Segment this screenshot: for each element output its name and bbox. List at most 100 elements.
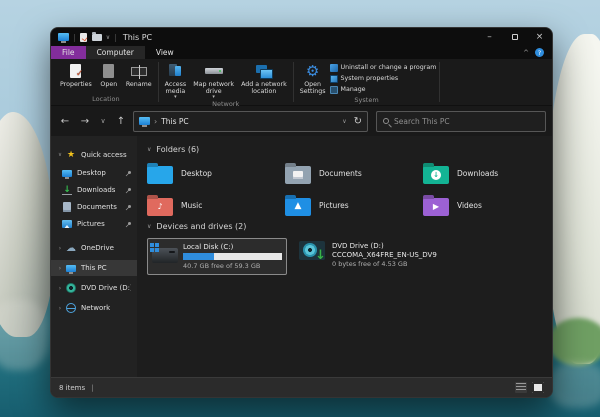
folder-tile-videos[interactable]: ▶ Videos bbox=[423, 193, 553, 218]
this-pc-icon bbox=[139, 117, 150, 125]
folders-grid: Desktop Documents ↓ Downloads ♪ Music bbox=[147, 161, 542, 218]
ribbon-tab-row: File Computer View ^ ? bbox=[51, 46, 552, 59]
chevron-right-icon[interactable]: › bbox=[56, 285, 64, 292]
rename-button[interactable]: Rename bbox=[123, 61, 155, 88]
documents-icon bbox=[61, 201, 73, 213]
recent-locations-icon[interactable]: ∨ bbox=[97, 117, 109, 125]
tab-view[interactable]: View bbox=[145, 46, 185, 59]
chevron-right-icon[interactable]: › bbox=[56, 265, 64, 272]
sidebar-item-downloads[interactable]: ↓ Downloads bbox=[51, 182, 137, 198]
sidebar-item-dvd-drive[interactable]: › DVD Drive (D:) CCCO bbox=[51, 280, 137, 296]
close-button[interactable]: × bbox=[527, 28, 552, 46]
map-network-drive-button[interactable]: Map network drive ▾ bbox=[190, 61, 237, 99]
manage-button[interactable]: Manage bbox=[330, 85, 437, 94]
folder-tile-desktop[interactable]: Desktop bbox=[147, 161, 285, 186]
breadcrumb-this-pc[interactable]: This PC bbox=[161, 117, 188, 126]
tab-computer[interactable]: Computer bbox=[86, 46, 145, 59]
rename-icon bbox=[131, 63, 147, 79]
sidebar-item-documents[interactable]: Documents bbox=[51, 199, 137, 215]
search-box[interactable] bbox=[376, 111, 546, 132]
open-button[interactable]: Open bbox=[96, 61, 122, 88]
desktop-icon bbox=[61, 167, 73, 179]
this-pc-app-icon bbox=[58, 33, 69, 41]
manage-icon bbox=[330, 86, 338, 94]
chevron-right-icon[interactable]: › bbox=[56, 245, 64, 252]
pictures-folder-icon: ▲ bbox=[285, 198, 311, 216]
forward-button[interactable]: → bbox=[77, 116, 93, 127]
pin-icon[interactable] bbox=[125, 221, 132, 228]
chevron-right-icon[interactable]: › bbox=[56, 305, 64, 312]
system-properties-button[interactable]: System properties bbox=[330, 74, 437, 83]
dvd-drive-tile[interactable]: ↓ DVD Drive (D:) CCCOMA_X64FRE_EN-US_DV9… bbox=[299, 238, 437, 268]
large-icons-view-button[interactable] bbox=[532, 382, 544, 393]
map-network-drive-icon bbox=[205, 63, 223, 79]
local-disk-tile[interactable]: Local Disk (C:) 40.7 GB free of 59.3 GB bbox=[147, 238, 287, 275]
qat-dropdown-icon[interactable]: ∨ bbox=[106, 34, 110, 41]
uninstall-program-button[interactable]: Uninstall or change a program bbox=[330, 63, 437, 72]
access-media-button[interactable]: Access media ▾ bbox=[162, 61, 190, 99]
sidebar-item-onedrive[interactable]: › ☁ OneDrive bbox=[51, 240, 137, 256]
window-title: This PC bbox=[123, 33, 152, 42]
group-label-location: Location bbox=[57, 94, 155, 105]
status-bar: 8 items | bbox=[51, 377, 552, 397]
system-properties-icon bbox=[330, 75, 338, 83]
folder-tile-music[interactable]: ♪ Music bbox=[147, 193, 285, 218]
dvd-disc-icon bbox=[65, 282, 77, 294]
downloads-folder-icon: ↓ bbox=[423, 166, 449, 184]
music-folder-icon: ♪ bbox=[147, 198, 173, 216]
tab-file[interactable]: File bbox=[51, 46, 86, 59]
desktop-folder-icon bbox=[147, 166, 173, 184]
open-settings-button[interactable]: ⚙ Open Settings bbox=[297, 61, 329, 95]
search-input[interactable] bbox=[394, 117, 539, 126]
title-bar: | ∨ | This PC – × bbox=[51, 28, 552, 46]
breadcrumb-separator-icon: › bbox=[154, 117, 157, 126]
qat-properties-icon[interactable] bbox=[80, 33, 87, 42]
add-network-location-button[interactable]: Add a network location bbox=[238, 61, 290, 95]
sidebar-item-this-pc[interactable]: › This PC bbox=[51, 260, 137, 276]
eject-arrow-icon: ↓ bbox=[315, 250, 326, 262]
network-globe-icon bbox=[65, 302, 77, 314]
address-dropdown-icon[interactable]: ∨ bbox=[342, 118, 346, 125]
up-button[interactable]: ↑ bbox=[113, 116, 129, 127]
collapse-section-icon[interactable]: ∨ bbox=[147, 223, 151, 230]
documents-folder-icon bbox=[285, 166, 311, 184]
folders-section-header: ∨ Folders (6) bbox=[147, 143, 542, 156]
sidebar-item-desktop[interactable]: Desktop bbox=[51, 165, 137, 181]
chevron-down-icon[interactable]: ∨ bbox=[56, 152, 64, 158]
devices-section-header: ∨ Devices and drives (2) bbox=[147, 220, 542, 233]
folder-tile-downloads[interactable]: ↓ Downloads bbox=[423, 161, 553, 186]
properties-button[interactable]: ✓ Properties bbox=[57, 61, 95, 88]
pin-icon[interactable] bbox=[125, 187, 132, 194]
disk-used-segment bbox=[183, 253, 214, 260]
maximize-icon bbox=[512, 34, 518, 40]
help-icon[interactable]: ? bbox=[535, 48, 544, 57]
pin-icon[interactable] bbox=[125, 170, 132, 177]
address-bar[interactable]: › This PC ∨ ↻ bbox=[133, 111, 368, 132]
add-network-location-icon bbox=[256, 63, 272, 79]
refresh-icon[interactable]: ↻ bbox=[354, 116, 362, 127]
minimize-button[interactable]: – bbox=[477, 28, 502, 46]
folder-tile-documents[interactable]: Documents bbox=[285, 161, 423, 186]
collapse-ribbon-icon[interactable]: ^ bbox=[523, 49, 529, 57]
downloads-icon: ↓ bbox=[61, 184, 73, 196]
ribbon-separator bbox=[158, 62, 159, 102]
ribbon: ✓ Properties Open Rename Location bbox=[51, 59, 552, 106]
item-count: 8 items bbox=[59, 384, 85, 392]
sidebar-item-quick-access[interactable]: ∨ ★ Quick access bbox=[51, 147, 137, 163]
wallpaper-moss-right bbox=[548, 318, 600, 366]
sidebar-item-pictures[interactable]: Pictures bbox=[51, 216, 137, 232]
navigation-bar: ← → ∨ ↑ › This PC ∨ ↻ bbox=[51, 106, 552, 136]
explorer-body: ∨ ★ Quick access Desktop ↓ Downloads Doc… bbox=[51, 136, 552, 377]
collapse-section-icon[interactable]: ∨ bbox=[147, 146, 151, 153]
maximize-button[interactable] bbox=[502, 28, 527, 46]
back-button[interactable]: ← bbox=[57, 116, 73, 127]
qat-new-folder-icon[interactable] bbox=[92, 34, 102, 41]
pin-icon[interactable] bbox=[125, 204, 132, 211]
titlebar-separator: | bbox=[73, 33, 76, 42]
open-icon bbox=[103, 63, 114, 79]
ribbon-separator bbox=[293, 62, 294, 102]
dvd-drive-icon: ↓ bbox=[299, 241, 325, 260]
sidebar-item-network[interactable]: › Network bbox=[51, 300, 137, 316]
folder-tile-pictures[interactable]: ▲ Pictures bbox=[285, 193, 423, 218]
details-view-button[interactable] bbox=[515, 382, 527, 393]
